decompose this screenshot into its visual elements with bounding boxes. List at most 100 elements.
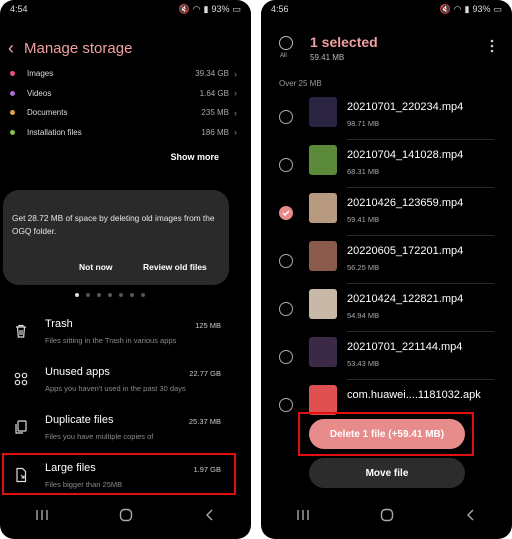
category-name: Videos — [27, 88, 52, 98]
status-bar: 4:54 🔇 ◠ ▮ 93% ▭ — [10, 3, 241, 15]
file-row[interactable]: 20210424_122821.mp4 54.94 MB — [261, 284, 512, 332]
file-size: 68.31 MB — [347, 167, 380, 176]
navigation-bar — [0, 503, 251, 527]
file-row[interactable]: 20210701_220234.mp4 98.71 MB — [261, 92, 512, 140]
chevron-right-icon: › — [234, 88, 237, 99]
item-title: Trash — [45, 318, 73, 330]
file-size: 59.41 MB — [347, 215, 380, 224]
navigation-bar — [261, 503, 512, 527]
file-checkbox[interactable] — [279, 398, 293, 412]
item-duplicate-files[interactable]: Duplicate files Files you have multiple … — [0, 408, 251, 454]
large-files-highlight — [2, 453, 236, 495]
category-size: 235 MB — [201, 108, 229, 118]
page-dot — [130, 293, 134, 297]
file-name: com.huawei....1181032.apk — [347, 389, 481, 401]
page-dot — [97, 293, 101, 297]
signal-icon: ▮ — [464, 3, 470, 14]
file-row[interactable]: 20220605_172201.mp4 56.25 MB — [261, 236, 512, 284]
back-icon[interactable] — [465, 509, 477, 521]
category-name: Installation files — [27, 127, 82, 137]
move-file-button[interactable]: Move file — [309, 458, 465, 488]
recent-apps-icon[interactable] — [296, 509, 310, 521]
file-thumbnail — [309, 97, 337, 127]
manage-storage-screen: 4:54 🔇 ◠ ▮ 93% ▭ ‹ Manage storage Images… — [0, 0, 251, 539]
file-size: 56.25 MB — [347, 263, 380, 272]
file-row[interactable]: 20210701_221144.mp4 53.43 MB — [261, 332, 512, 380]
battery-level: 93% — [472, 4, 491, 14]
duplicate-icon — [15, 420, 27, 434]
file-checkbox[interactable] — [279, 158, 293, 172]
category-name: Images — [27, 69, 54, 79]
file-name: 20210426_123659.mp4 — [347, 197, 464, 209]
recent-apps-icon[interactable] — [35, 509, 49, 521]
file-size: 98.71 MB — [347, 119, 380, 128]
page-dot-active — [75, 293, 79, 297]
select-all-checkbox[interactable] — [279, 36, 293, 50]
file-name: 20210701_221144.mp4 — [347, 341, 463, 353]
status-bar: 4:56 🔇 ◠ ▮ 93% ▭ — [271, 3, 502, 15]
category-row[interactable]: Videos 1.64 GB › — [10, 84, 237, 104]
wifi-icon: ◠ — [453, 3, 462, 14]
not-now-button[interactable]: Not now — [79, 262, 113, 272]
item-subtitle: Apps you haven't used in the past 30 day… — [45, 384, 186, 393]
file-checkbox[interactable] — [279, 302, 293, 316]
chevron-right-icon: › — [234, 107, 237, 118]
page-indicator — [75, 293, 145, 297]
battery-icon: ▭ — [232, 3, 241, 14]
file-checkbox[interactable] — [279, 254, 293, 268]
category-size: 186 MB — [201, 127, 229, 137]
home-icon[interactable] — [380, 508, 394, 522]
file-name: 20210704_141028.mp4 — [347, 149, 464, 161]
file-thumbnail — [309, 337, 337, 367]
chevron-right-icon: › — [234, 127, 237, 138]
chevron-right-icon: › — [234, 68, 237, 79]
status-time: 4:56 — [271, 4, 289, 14]
trash-icon — [16, 324, 26, 338]
file-name: 20210424_122821.mp4 — [347, 293, 464, 305]
show-more-button[interactable]: Show more — [170, 152, 219, 162]
wifi-icon: ◠ — [192, 3, 201, 14]
file-thumbnail — [309, 193, 337, 223]
file-checkbox[interactable] — [279, 110, 293, 124]
item-title: Duplicate files — [45, 414, 114, 426]
large-files-screen: 4:56 🔇 ◠ ▮ 93% ▭ All 1 selected 59.41 MB… — [261, 0, 512, 539]
file-row[interactable]: 20210704_141028.mp4 68.31 MB — [261, 140, 512, 188]
review-old-files-button[interactable]: Review old files — [143, 262, 207, 272]
item-trash[interactable]: Trash Files sitting in the Trash in vari… — [0, 312, 251, 358]
item-unused-apps[interactable]: Unused apps Apps you haven't used in the… — [0, 360, 251, 406]
battery-level: 93% — [211, 4, 230, 14]
file-thumbnail — [309, 289, 337, 319]
file-checkbox[interactable] — [279, 350, 293, 364]
back-arrow-icon[interactable]: ‹ — [8, 39, 14, 57]
category-size: 1.64 GB — [199, 88, 229, 98]
page-title: Manage storage — [24, 39, 133, 57]
item-title: Unused apps — [45, 366, 110, 378]
back-icon[interactable] — [204, 509, 216, 521]
file-size: 54.94 MB — [347, 311, 380, 320]
category-name: Documents — [27, 108, 68, 118]
more-options-icon[interactable] — [490, 38, 494, 54]
item-size: 22.77 GB — [189, 369, 221, 378]
header: ‹ Manage storage — [8, 37, 243, 59]
file-size: 53.43 MB — [347, 359, 380, 368]
page-dot — [119, 293, 123, 297]
apps-icon — [14, 372, 28, 386]
suggestion-card: Get 28.72 MB of space by deleting old im… — [3, 190, 229, 285]
selected-count: 1 selected — [310, 34, 378, 50]
file-checkbox-checked[interactable] — [279, 206, 293, 220]
file-thumbnail — [309, 145, 337, 175]
category-row[interactable]: Documents 235 MB › — [10, 103, 237, 123]
delete-button-highlight — [298, 412, 474, 456]
category-row[interactable]: Images 39.34 GB › — [10, 64, 237, 84]
file-name: 20210701_220234.mp4 — [347, 101, 464, 113]
page-dot — [108, 293, 112, 297]
page-dot — [141, 293, 145, 297]
file-row[interactable]: 20210426_123659.mp4 59.41 MB — [261, 188, 512, 236]
item-subtitle: Files you have multiple copies of — [45, 432, 154, 441]
suggestion-message: Get 28.72 MB of space by deleting old im… — [12, 213, 215, 236]
home-icon[interactable] — [119, 508, 133, 522]
item-size: 25.37 MB — [188, 417, 221, 426]
status-time: 4:54 — [10, 4, 28, 14]
category-list: Images 39.34 GB › Videos 1.64 GB › Documents 23… — [10, 64, 237, 142]
category-row[interactable]: Installation files 186 MB › — [10, 123, 237, 143]
